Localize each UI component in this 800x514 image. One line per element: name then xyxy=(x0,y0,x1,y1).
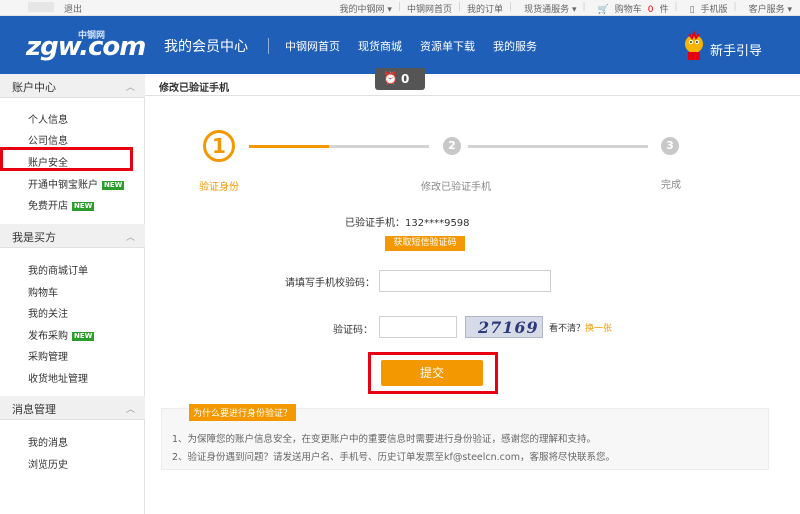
step-2-circle: 2 xyxy=(443,137,461,155)
nav-my-service[interactable]: 我的服务 xyxy=(493,38,537,54)
step-2-label: 修改已验证手机 xyxy=(421,182,491,193)
logo[interactable]: 中钢网 zgw.com xyxy=(26,28,146,64)
new-badge: NEW xyxy=(72,331,95,341)
sidebar-item-my-messages[interactable]: 我的消息 xyxy=(28,434,68,449)
header: 中钢网 zgw.com 我的会员中心 中钢网首页 现货商城 资源单下载 我的服务… xyxy=(0,16,800,74)
sidebar-item-company-info[interactable]: 公司信息 xyxy=(28,132,68,147)
cart-icon: 🛒 xyxy=(597,5,609,15)
panel-header: 修改已验证手机 ⏰ 0 xyxy=(145,68,800,96)
step-3-circle: 3 xyxy=(661,137,679,155)
captcha-help: 看不清？换一张 xyxy=(549,324,613,334)
beginner-guide[interactable]: 新手引导 xyxy=(680,30,776,64)
main-panel: 修改已验证手机 ⏰ 0 1 2 3 验证身份 修改已验证手机 完成 已验证手机：… xyxy=(145,68,800,514)
nav-resource-download[interactable]: 资源单下载 xyxy=(420,38,475,54)
chevron-up-icon: ︿ xyxy=(125,405,135,415)
captcha-image[interactable]: 27169 xyxy=(465,316,543,338)
sidebar-item-free-shop[interactable]: 免费开店 NEW xyxy=(28,197,95,212)
sidebar-item-purchase-mgmt[interactable]: 采购管理 xyxy=(28,348,68,363)
mascot-icon xyxy=(685,30,703,60)
step-1-label: 验证身份 xyxy=(199,182,239,193)
progress-line xyxy=(468,145,648,148)
progress-line xyxy=(329,145,429,148)
chevron-up-icon: ︿ xyxy=(125,233,135,243)
captcha-input[interactable] xyxy=(379,316,457,338)
top-link-service[interactable]: 现货通服务 ▾ xyxy=(518,2,576,15)
timer-widget: ⏰ 0 xyxy=(375,68,425,90)
verified-phone-row: 已验证手机：132****9598 xyxy=(345,218,470,229)
step-3-label: 完成 xyxy=(661,180,681,191)
username-blurred xyxy=(28,2,54,12)
sidebar-item-cart[interactable]: 购物车 xyxy=(28,284,58,299)
get-sms-code-button[interactable]: 获取短信验证码 xyxy=(385,236,465,251)
top-bar: 退出 我的中钢网 ▾ | 中钢网首页 | 我的订单 | 现货通服务 ▾ | 🛒 购… xyxy=(0,0,800,16)
notice-line-2: 2、验证身份遇到问题？请发送用户名、手机号、历史订单发票至kf@steelcn.… xyxy=(172,452,615,463)
highlight-box-account-security xyxy=(0,147,133,171)
highlight-box-submit xyxy=(368,352,498,394)
captcha-refresh-link[interactable]: 换一张 xyxy=(585,324,612,334)
notice-tag: 为什么要进行身份验证？ xyxy=(189,404,297,421)
chevron-up-icon: ︿ xyxy=(125,83,135,93)
sidebar-item-personal-info[interactable]: 个人信息 xyxy=(28,111,68,126)
progress-line-active xyxy=(249,145,329,148)
sidebar-item-open-zgb[interactable]: 开通中钢宝账户 NEW xyxy=(28,176,125,191)
top-link-home[interactable]: 中钢网首页 xyxy=(407,2,452,15)
top-links: 我的中钢网 ▾ | 中钢网首页 | 我的订单 | 现货通服务 ▾ | 🛒 购物车 0… xyxy=(328,2,792,15)
sidebar-item-publish-purchase[interactable]: 发布采购 NEW xyxy=(28,327,95,342)
top-link-orders[interactable]: 我的订单 xyxy=(467,2,503,15)
new-badge: NEW xyxy=(102,180,125,190)
clock-icon: ⏰ xyxy=(383,71,398,85)
sidebar-section-account[interactable]: 账户中心 ︿ xyxy=(0,74,145,98)
sidebar-section-messages[interactable]: 消息管理 ︿ xyxy=(0,396,145,420)
sidebar-item-browse-history[interactable]: 浏览历史 xyxy=(28,456,68,471)
panel-title: 修改已验证手机 xyxy=(159,83,229,94)
nav-mall[interactable]: 现货商城 xyxy=(358,38,402,54)
sidebar-item-address-mgmt[interactable]: 收货地址管理 xyxy=(28,370,88,385)
verified-phone-value: 132****9598 xyxy=(405,218,470,229)
phone-icon: ▯ xyxy=(689,5,695,15)
top-link-my-zgw[interactable]: 我的中钢网 ▾ xyxy=(334,2,392,15)
sidebar: 账户中心 ︿ 个人信息 公司信息 账户安全 开通中钢宝账户 NEW 免费开店 NEW … xyxy=(0,74,145,514)
notice-line-1: 1、为保障您的账户信息安全，在变更账户中的重要信息时需要进行身份验证，感谢您的理… xyxy=(172,434,597,445)
sms-code-input[interactable] xyxy=(379,270,551,292)
customer-service-link[interactable]: 客户服务 ▾ xyxy=(743,2,792,15)
sidebar-item-mall-orders[interactable]: 我的商城订单 xyxy=(28,262,88,277)
nav-home[interactable]: 中钢网首页 xyxy=(285,38,340,54)
new-badge: NEW xyxy=(72,201,95,211)
sms-code-label: 请填写手机校验码： xyxy=(285,278,375,289)
mobile-link[interactable]: ▯ 手机版 xyxy=(684,2,728,15)
main-nav: 中钢网首页 现货商城 资源单下载 我的服务 xyxy=(285,38,555,54)
cart-link[interactable]: 🛒 购物车 0 件 xyxy=(592,2,669,15)
captcha-label: 验证码： xyxy=(333,325,373,336)
sidebar-item-follows[interactable]: 我的关注 xyxy=(28,305,68,320)
step-1-circle: 1 xyxy=(203,130,235,162)
cart-count: 0 xyxy=(647,5,654,15)
logout-link[interactable]: 退出 xyxy=(64,2,82,15)
page-title: 我的会员中心 xyxy=(164,39,248,55)
sidebar-section-buyer[interactable]: 我是买方 ︿ xyxy=(0,224,145,248)
